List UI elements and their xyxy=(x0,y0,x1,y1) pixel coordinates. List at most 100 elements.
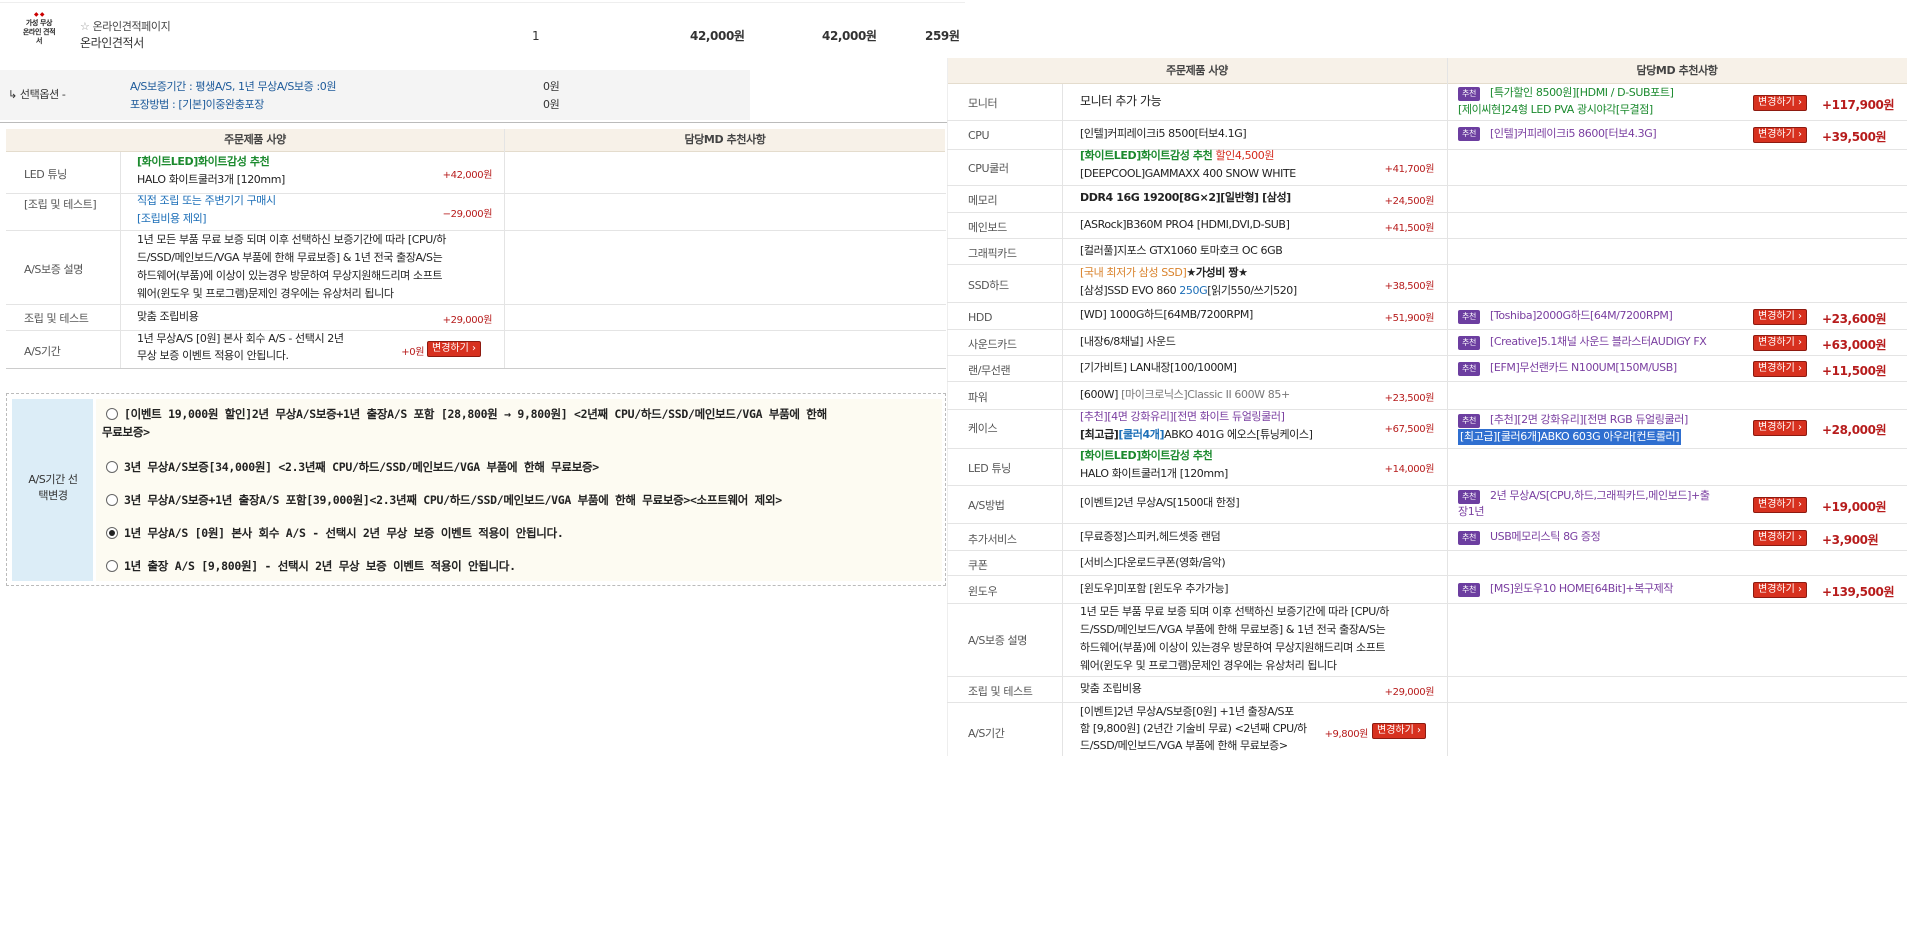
right-row-cpu-rec-price: +39,500원 xyxy=(1822,130,1887,144)
as-option-1-label-cont[interactable]: 무료보증> xyxy=(102,422,150,442)
left-change-button[interactable]: 변경하기 › xyxy=(427,341,481,357)
as-option-2-radio[interactable] xyxy=(106,461,118,473)
as-option-3-label[interactable]: 3년 무상A/S보증+1년 출장A/S 포함[39,000원]<2.3년째 CP… xyxy=(124,490,782,510)
right-col2-header: 담당MD 추천사항 xyxy=(1447,58,1907,84)
as-option-5-label[interactable]: 1년 출장 A/S [9,800원] - 선택시 2년 무상 보증 이벤트 적용… xyxy=(124,556,516,576)
unit-price: 42,000원 xyxy=(690,29,745,43)
logo-line-3: 서 xyxy=(35,37,43,45)
right-row-service-change-button[interactable]: 변경하기 › xyxy=(1753,530,1807,546)
as-option-2-label[interactable]: 3년 무상A/S보증[34,000원] <2.3년째 CPU/하드/SSD/메인… xyxy=(124,457,599,477)
right-row-lan-rec[interactable]: [EFM]무선랜카드 N100UM[150M/USB] xyxy=(1490,360,1677,376)
right-row-sound-rec[interactable]: [Creative]5.1채널 사운드 블라스터AUDIGY FX xyxy=(1490,334,1707,350)
right-change-button[interactable]: 변경하기 › xyxy=(1372,723,1426,739)
as-select-label: A/S기간 선택변경 xyxy=(28,473,78,502)
right-row-asdesc-line2: 드/SSD/메인보드/VGA 부품에 한해 무료보증] & 1년 전국 출장A/… xyxy=(1080,623,1386,636)
right-row-asdesc-label: A/S보증 설명 xyxy=(968,634,1027,647)
right-row-hdd-spec: [WD] 1000G하드[64MB/7200RPM] xyxy=(1080,308,1253,321)
rec-badge: 추천 xyxy=(1458,310,1480,324)
rec-badge: 추천 xyxy=(1458,127,1480,141)
right-row-lan-spec: [기가비트] LAN내장[100/1000M] xyxy=(1080,361,1237,374)
right-row-case-change-button[interactable]: 변경하기 › xyxy=(1753,420,1807,436)
left-row-assembly-label: [조립 및 테스트] xyxy=(24,198,97,211)
as-option-1-radio[interactable] xyxy=(106,408,118,420)
right-row-case-spec: [최고급][쿨러4개]ABKO 401G 에오스[튜닝케이스] xyxy=(1080,427,1313,443)
left-row-asperiod-line1: 1년 무상A/S [0원] 본사 회수 A/S - 선택시 2년 xyxy=(137,332,344,345)
as-option-3-radio[interactable] xyxy=(106,494,118,506)
total-price: 42,000원 xyxy=(822,29,877,43)
right-row-hdd-label: HDD xyxy=(968,311,993,324)
right-row-cpu-rec[interactable]: [인텔]커피레이크i5 8600[터보4.3G] xyxy=(1490,126,1657,142)
rec-badge: 추천 xyxy=(1458,414,1480,428)
right-row-asperiod-line3: 드/SSD/메인보드/VGA 부품에 한해 무료보증> xyxy=(1080,739,1288,752)
right-row-case-rec1[interactable]: [추천][2면 강화유리][전면 RGB 듀얼링쿨러] xyxy=(1490,412,1688,428)
right-row-led-spec: HALO 화이트쿨러1개 [120mm] xyxy=(1080,467,1228,480)
product-name[interactable]: 온라인견적서 xyxy=(80,34,144,51)
right-row-monitor-change-button[interactable]: 변경하기 › xyxy=(1753,95,1807,111)
right-row-asperiod-label: A/S기간 xyxy=(968,727,1005,740)
right-row-windows-change-button[interactable]: 변경하기 › xyxy=(1753,582,1807,598)
right-row-cooler-promo-a: [화이트LED]화이트감성 추천 xyxy=(1080,149,1213,162)
as-option-1-label[interactable]: [이벤트 19,000원 할인]2년 무상A/S보증+1년 출장A/S 포함 [… xyxy=(124,404,827,424)
right-row-asmethod-rec-price: +19,000원 xyxy=(1822,500,1887,514)
right-row-windows-rec-price: +139,500원 xyxy=(1822,585,1895,599)
left-row-assembly-test-spec: 맞춤 조립비용 xyxy=(137,310,199,323)
logo-line-2: 온라인 견적 xyxy=(22,28,56,36)
right-row-cooler-promo: [화이트LED]화이트감성 추천 할인4,500원 xyxy=(1080,148,1274,164)
right-row-asmethod-rec1[interactable]: 2년 무상A/S[CPU,하드,그래픽카드,메인보드]+출 xyxy=(1490,488,1710,504)
right-row-windows-rec[interactable]: [MS]윈도우10 HOME[64Bit]+복구제작 xyxy=(1490,581,1673,597)
left-row-assembly-line2: [조립비용 제외] xyxy=(137,212,207,225)
as-option-4-radio[interactable] xyxy=(106,527,118,539)
right-row-cooler-promo-b: 할인4,500원 xyxy=(1212,149,1275,162)
right-row-hdd-rec[interactable]: [Toshiba]2000G하드[64M/7200RPM] xyxy=(1490,308,1673,324)
right-row-asmethod-spec: [이벤트]2년 무상A/S[1500대 한정] xyxy=(1080,496,1240,509)
right-row-sound-change-button[interactable]: 변경하기 › xyxy=(1753,335,1807,351)
right-row-asmethod-rec2[interactable]: 장1년 xyxy=(1458,504,1484,520)
left-row-assembly-line1: 직접 조립 또는 주변기기 구매시 xyxy=(137,194,276,207)
right-row-ssd-spec: [삼성]SSD EVO 860 250G[읽기550/쓰기520] xyxy=(1080,283,1297,299)
right-col1-header: 주문제품 사양 xyxy=(947,58,1447,84)
rec-badge: 추천 xyxy=(1458,87,1480,101)
right-row-sound-spec: [내장6/8채널] 사운드 xyxy=(1080,335,1176,348)
option-as-price: 0원 xyxy=(543,80,560,93)
option-as-label: A/S보증기간 : 평생A/S, 1년 무상A/S보증 :0원 xyxy=(130,80,337,93)
product-logo[interactable]: ◆ ◆ 가성 무상 온라인 견적 서 xyxy=(20,10,58,54)
as-option-4-label[interactable]: 1년 무상A/S [0원] 본사 회수 A/S - 선택시 2년 무상 보증 이… xyxy=(124,523,564,543)
left-row-asperiod-label: A/S기간 xyxy=(24,345,61,358)
right-row-mainboard-spec: [ASRock]B360M PRO4 [HDMI,DVI,D-SUB] xyxy=(1080,218,1290,231)
right-row-hdd-change-button[interactable]: 변경하기 › xyxy=(1753,309,1807,325)
left-row-asdesc-line2: 드/SSD/메인보드/VGA 부품에 한해 무료보증] & 1년 전국 출장A/… xyxy=(137,251,443,264)
left-row-led-price: +42,000원 xyxy=(442,170,493,181)
left-row-asdesc-line3: 하드웨어(부품)에 이상이 있는경우 방문하여 무상지원해드리며 소프트 xyxy=(137,269,443,282)
right-row-case-promo: [추천][4면 강화유리][전면 화이트 듀얼링쿨러] xyxy=(1080,410,1285,423)
right-row-power-price: +23,500원 xyxy=(1384,393,1435,404)
right-row-monitor-rec2[interactable]: [제이씨현]24형 LED PVA 광시야각[무결점] xyxy=(1458,102,1653,118)
left-col1-header: 주문제품 사양 xyxy=(6,129,504,152)
right-row-hdd-rec-price: +23,600원 xyxy=(1822,312,1887,326)
left-row-asdesc-label: A/S보증 설명 xyxy=(24,263,83,276)
right-row-asperiod-line2: 함 [9,800원] (2년간 기술비 무료) <2년째 CPU/하 xyxy=(1080,722,1307,735)
right-row-cpu-change-button[interactable]: 변경하기 › xyxy=(1753,127,1807,143)
right-row-asmethod-change-button[interactable]: 변경하기 › xyxy=(1753,497,1807,513)
right-row-lan-change-button[interactable]: 변경하기 › xyxy=(1753,361,1807,377)
right-row-led-promo: [화이트LED]화이트감성 추천 xyxy=(1080,449,1213,462)
right-row-ssd-promo-a: [국내 최저가 삼성 SSD] xyxy=(1080,266,1187,279)
left-row-assembly-test-price: +29,000원 xyxy=(442,315,493,326)
as-option-5-radio[interactable] xyxy=(106,560,118,572)
option-pack-price: 0원 xyxy=(543,98,560,111)
left-row-asdesc-line4: 웨어(윈도우 및 프로그램)문제인 경우에는 유상처리 됩니다 xyxy=(137,287,394,300)
right-row-memory-label: 메모리 xyxy=(968,194,998,207)
right-row-power-label: 파워 xyxy=(968,391,988,404)
left-row-assembly-test-label: 조립 및 테스트 xyxy=(24,312,89,325)
logo-line-1: 가성 무상 xyxy=(25,19,53,27)
right-row-monitor-rec1[interactable]: [특가할인 8500원][HDMI / D-SUB포트] xyxy=(1490,85,1674,101)
right-row-windows-spec: [윈도우]미포함 [윈도우 추가가능] xyxy=(1080,582,1229,595)
product-qty: 1 xyxy=(532,29,540,43)
left-row-assembly-price: −29,000원 xyxy=(442,209,493,220)
right-row-led-price: +14,000원 xyxy=(1384,464,1435,475)
product-tag[interactable]: 온라인견적페이지 xyxy=(93,20,171,33)
right-row-case-rec2[interactable]: [최고급][쿨러6개]ABKO 603G 아우라[컨트롤러] xyxy=(1458,429,1682,445)
right-row-assembly-price: +29,000원 xyxy=(1384,687,1435,698)
right-row-memory-price: +24,500원 xyxy=(1384,196,1435,207)
right-row-service-label: 추가서비스 xyxy=(968,533,1017,546)
right-row-service-rec[interactable]: USB메모리스틱 8G 증정 xyxy=(1490,529,1601,545)
